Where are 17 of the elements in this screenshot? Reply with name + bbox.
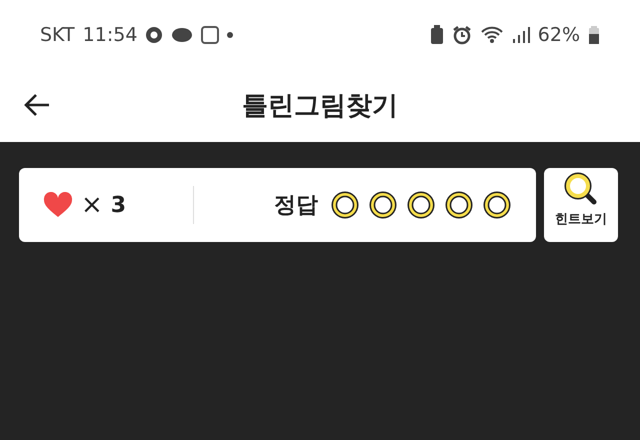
answer-label: 정답 [274,192,318,220]
alarm-icon [452,25,472,45]
magnifier-icon [564,172,598,206]
signal-icon [512,26,530,44]
battery-percent: 62% [538,22,580,48]
carrier-label: SKT [40,22,75,48]
heart-icon [43,192,73,218]
clock: 11:54 [82,22,138,48]
battery-icon [588,25,600,45]
wifi-icon [480,26,504,44]
hint-button[interactable]: 힌트보기 [544,168,618,242]
multiply-sign: × [81,188,103,222]
dot-icon [227,32,234,38]
page-title: 틀린그림찾기 [242,90,398,122]
lives-count: 3 [110,192,126,220]
battery-saver-icon [430,25,444,45]
back-button[interactable] [22,92,52,118]
